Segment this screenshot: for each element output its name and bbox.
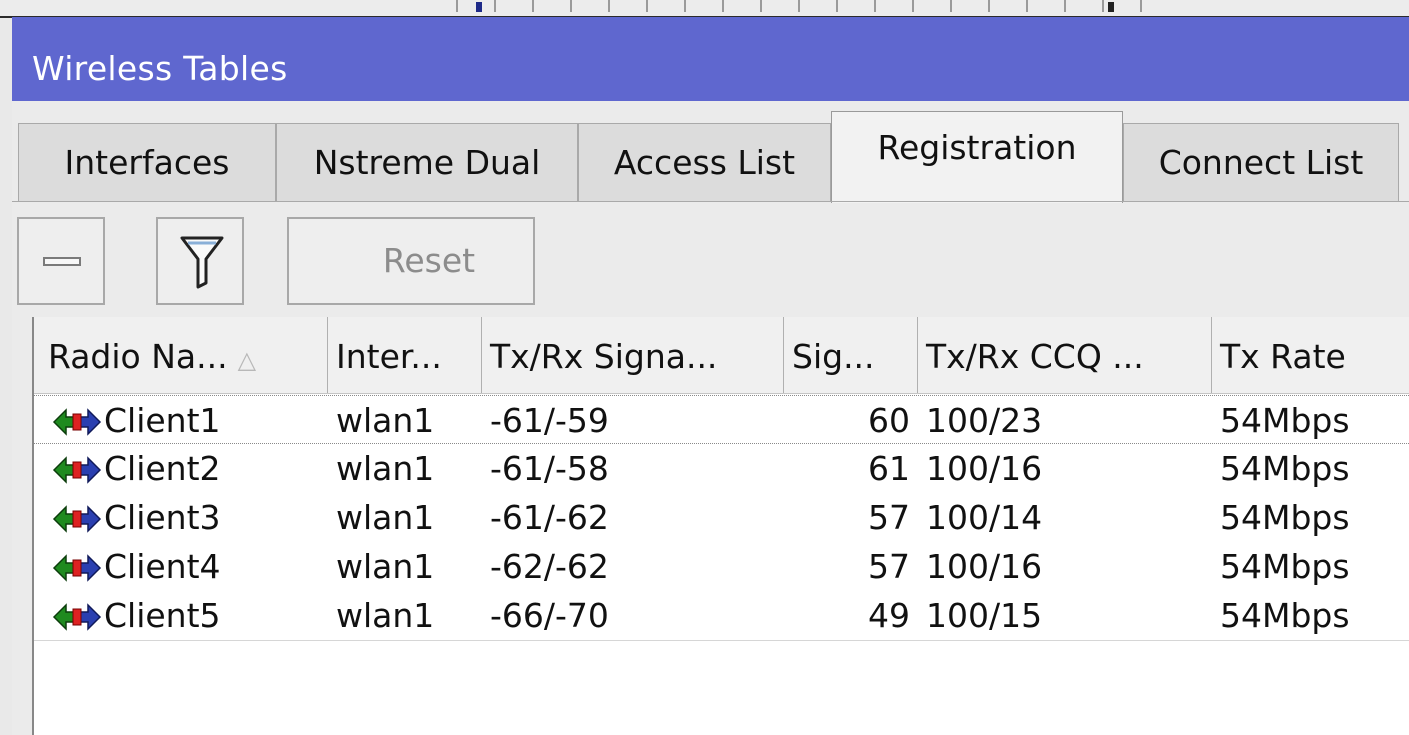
cell-tx-rx-ccq: 100/16 (926, 547, 1043, 586)
cell-radio-name: Client1 (48, 396, 322, 445)
wireless-link-icon (52, 505, 102, 533)
registration-table: Radio Na... △ Inter... Tx/Rx Signa... Sig… (32, 317, 1409, 735)
window-title: Wireless Tables (32, 49, 288, 88)
cell-interface: wlan1 (336, 596, 435, 635)
cell-interface: wlan1 (336, 498, 435, 537)
tab-divider (12, 201, 1409, 202)
cell-interface: wlan1 (336, 401, 435, 440)
minus-icon (43, 257, 81, 266)
cell-tx-rate: 54Mbps (1220, 498, 1350, 537)
column-header-label: Radio Na... (48, 337, 228, 376)
table-row[interactable]: Client2 wlan1 -61/-58 61 100/16 54Mbps (34, 444, 1409, 493)
wireless-link-icon (52, 554, 102, 582)
wireless-link-icon (52, 456, 102, 484)
cell-tx-rx-ccq: 100/14 (926, 498, 1043, 537)
cell-tx-rx-signal: -66/-70 (490, 596, 609, 635)
radio-name-label: Client3 (104, 498, 221, 537)
cell-interface: wlan1 (336, 547, 435, 586)
cell-signal: 57 (868, 547, 910, 586)
radio-name-label: Client2 (104, 449, 221, 488)
cell-tx-rx-signal: -61/-59 (490, 401, 609, 440)
tab-bar: Interfaces Nstreme Dual Access List Regi… (12, 101, 1409, 217)
column-header-signal[interactable]: Sig... (784, 317, 918, 393)
cell-interface: wlan1 (336, 449, 435, 488)
background-marker (1108, 2, 1114, 12)
tab-connect-list[interactable]: Connect List (1123, 123, 1399, 201)
wireless-tables-window: Wireless Tables Interfaces Nstreme Dual … (12, 17, 1409, 735)
cell-tx-rx-ccq: 100/16 (926, 449, 1043, 488)
table-end-line (34, 640, 1409, 641)
background-marker (476, 2, 482, 12)
tab-interfaces[interactable]: Interfaces (18, 123, 276, 201)
reset-button[interactable]: Reset (287, 217, 535, 305)
column-header-tx-rx-signal[interactable]: Tx/Rx Signa... (482, 317, 784, 393)
cell-tx-rx-signal: -61/-62 (490, 498, 609, 537)
cell-signal: 49 (868, 596, 910, 635)
table-header: Radio Na... △ Inter... Tx/Rx Signa... Sig… (34, 317, 1409, 394)
cell-tx-rate: 54Mbps (1220, 547, 1350, 586)
sort-ascending-icon: △ (237, 346, 257, 374)
table-row[interactable]: Client1 wlan1 -61/-59 60 100/23 54Mbps (34, 395, 1409, 444)
tab-nstreme-dual[interactable]: Nstreme Dual (276, 123, 578, 201)
tab-access-list[interactable]: Access List (578, 123, 831, 201)
column-header-radio-name[interactable]: Radio Na... △ (34, 317, 328, 393)
background-window-strip (0, 0, 1409, 18)
radio-name-label: Client4 (104, 547, 221, 586)
cell-tx-rx-signal: -62/-62 (490, 547, 609, 586)
column-header-tx-rate[interactable]: Tx Rate (1212, 317, 1409, 393)
column-header-interface[interactable]: Inter... (328, 317, 482, 393)
cell-radio-name: Client3 (48, 493, 322, 542)
cell-tx-rate: 54Mbps (1220, 596, 1350, 635)
window-titlebar[interactable]: Wireless Tables (12, 17, 1409, 101)
cell-signal: 60 (868, 401, 910, 440)
cell-radio-name: Client2 (48, 444, 322, 493)
wireless-link-icon (52, 603, 102, 631)
filter-button[interactable] (156, 217, 244, 305)
tab-registration[interactable]: Registration (831, 111, 1123, 203)
cell-tx-rx-ccq: 100/23 (926, 401, 1043, 440)
wireless-link-icon (52, 408, 102, 436)
cell-tx-rate: 54Mbps (1220, 401, 1350, 440)
cell-tx-rx-signal: -61/-58 (490, 449, 609, 488)
remove-button[interactable] (17, 217, 105, 305)
cell-tx-rate: 54Mbps (1220, 449, 1350, 488)
radio-name-label: Client1 (104, 401, 221, 440)
cell-signal: 57 (868, 498, 910, 537)
table-row[interactable]: Client3 wlan1 -61/-62 57 100/14 54Mbps (34, 493, 1409, 542)
background-ruler (420, 0, 1160, 12)
filter-icon (180, 236, 224, 289)
cell-radio-name: Client4 (48, 542, 322, 591)
column-header-tx-rx-ccq[interactable]: Tx/Rx CCQ ... (918, 317, 1212, 393)
toolbar: Reset (12, 213, 1409, 313)
cell-signal: 61 (868, 449, 910, 488)
radio-name-label: Client5 (104, 596, 221, 635)
cell-tx-rx-ccq: 100/15 (926, 596, 1043, 635)
cell-radio-name: Client5 (48, 591, 322, 640)
table-row[interactable]: Client5 wlan1 -66/-70 49 100/15 54Mbps (34, 591, 1409, 640)
table-row[interactable]: Client4 wlan1 -62/-62 57 100/16 54Mbps (34, 542, 1409, 591)
